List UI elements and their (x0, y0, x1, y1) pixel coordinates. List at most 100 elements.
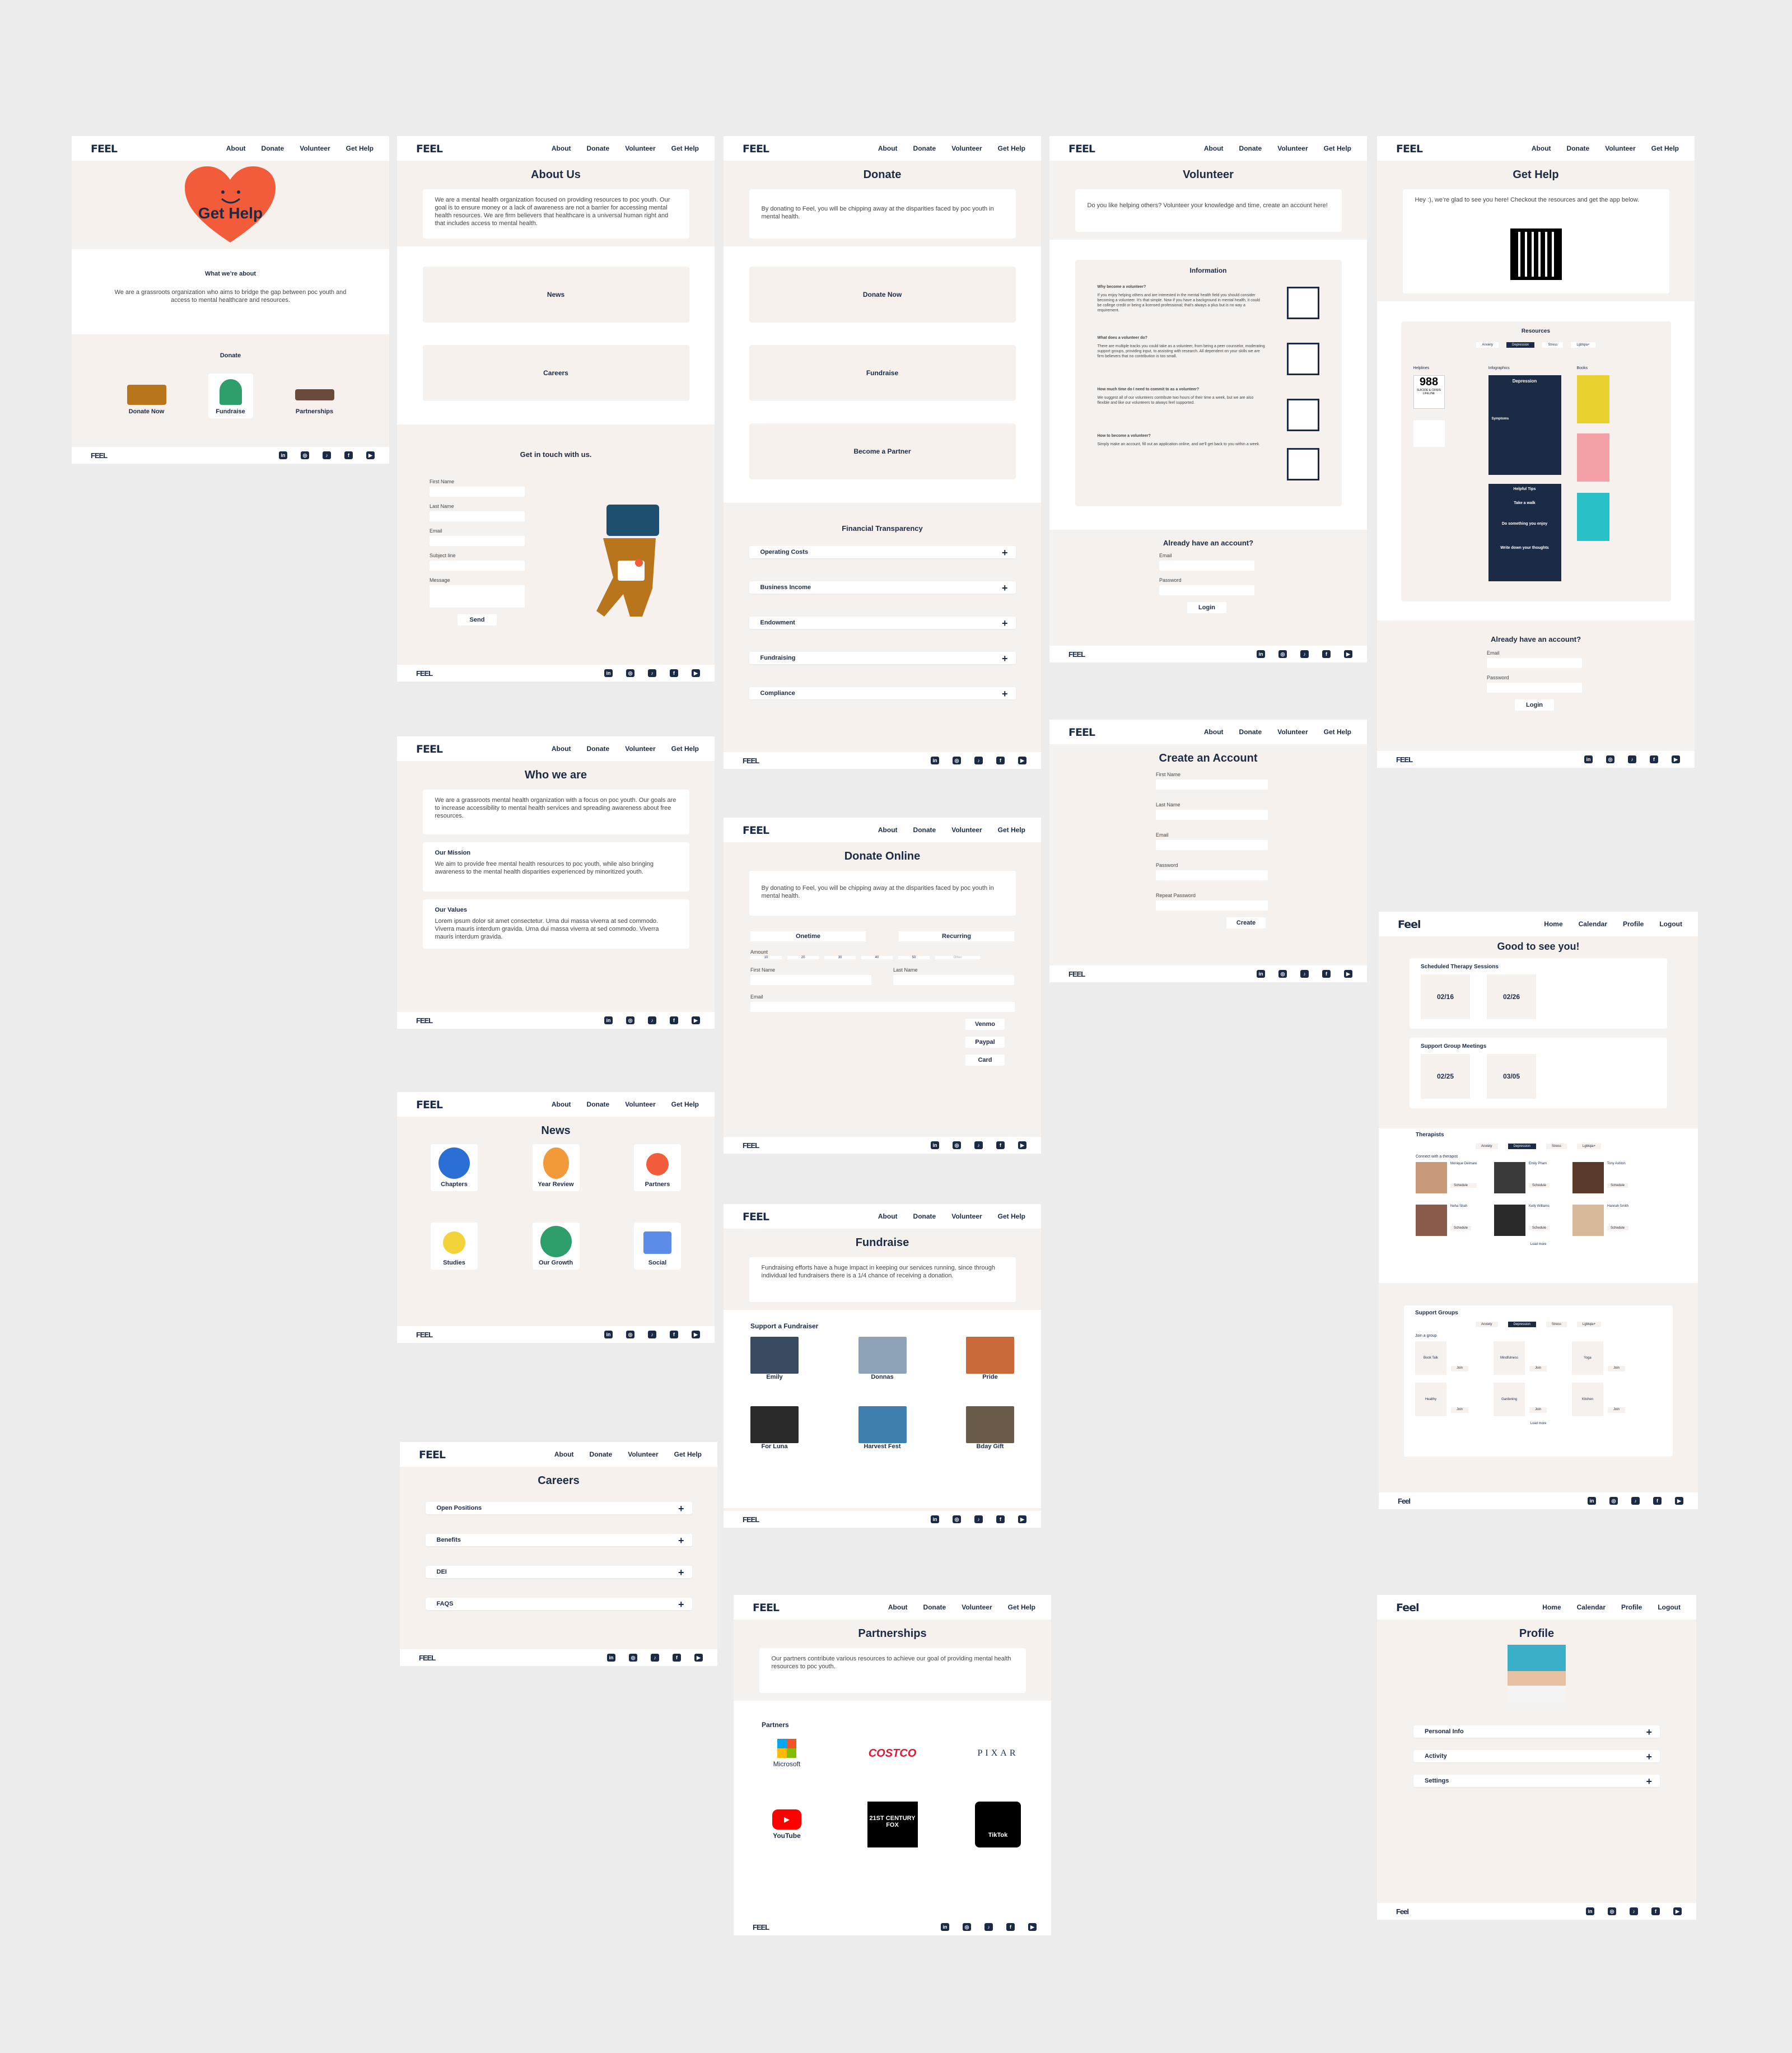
nav-volunteer[interactable]: Volunteer (962, 1603, 992, 1611)
logo[interactable]: FEEL (416, 1099, 443, 1111)
tiktok-icon[interactable]: ♪ (323, 451, 331, 459)
logo[interactable]: FEEL (416, 143, 443, 155)
tiktok-icon[interactable]: ♪ (648, 669, 656, 677)
support-date[interactable]: 02/25 (1421, 1054, 1470, 1099)
nav-get-help[interactable]: Get Help (1008, 1603, 1035, 1611)
instagram-icon[interactable]: ◎ (953, 757, 961, 764)
tab-anxiety[interactable]: Anxiety (1475, 1322, 1498, 1327)
news-button[interactable]: News (422, 267, 689, 323)
logo[interactable]: FEEL (416, 743, 443, 755)
nav-calendar[interactable]: Calendar (1579, 920, 1607, 928)
logo[interactable]: FEEL (1068, 726, 1095, 739)
qr-code[interactable] (1510, 228, 1562, 280)
nav-about[interactable]: About (552, 144, 571, 152)
instagram-icon[interactable]: ◎ (626, 1016, 634, 1024)
book-cover[interactable] (1576, 375, 1609, 423)
nav-get-help[interactable]: Get Help (1324, 144, 1351, 152)
fundraiser-card[interactable]: Emily (750, 1337, 799, 1380)
amount-other[interactable]: Other (935, 956, 980, 959)
create-button[interactable]: Create (1226, 917, 1266, 928)
nav-volunteer[interactable]: Volunteer (951, 144, 982, 152)
news-tile-year-review[interactable]: Year Review (532, 1144, 580, 1191)
logo[interactable]: FEEL (1396, 143, 1423, 155)
news-tile-our-growth[interactable]: Our Growth (532, 1223, 580, 1270)
fundraiser-card[interactable]: Harvest Fest (858, 1406, 907, 1450)
facebook-icon[interactable]: f (1653, 1497, 1662, 1505)
group-card[interactable]: Yoga Join (1572, 1341, 1650, 1375)
accordion-compliance[interactable]: Compliance + (749, 687, 1016, 699)
instagram-icon[interactable]: ◎ (953, 1515, 961, 1523)
youtube-icon[interactable]: ▶ (1344, 970, 1352, 978)
facebook-icon[interactable]: f (670, 1016, 678, 1024)
amount-option[interactable]: 50 (898, 956, 930, 959)
logo[interactable]: FEEL (91, 143, 118, 155)
nav-about[interactable]: About (554, 1450, 574, 1458)
accordion-endowment[interactable]: Endowment + (749, 617, 1016, 629)
amount-option[interactable]: 40 (861, 956, 893, 959)
fundraiser-card[interactable]: Donnas (858, 1337, 907, 1380)
nav-logout[interactable]: Logout (1658, 1603, 1681, 1611)
accordion-fundraising[interactable]: Fundraising + (749, 652, 1016, 664)
nav-volunteer[interactable]: Volunteer (625, 144, 655, 152)
nav-donate[interactable]: Donate (1239, 144, 1262, 152)
nav-donate[interactable]: Donate (587, 1100, 610, 1108)
tab-stress[interactable]: Stress (1546, 1144, 1567, 1149)
tab-lgbtqia[interactable]: Lgbtqia+ (1571, 342, 1595, 348)
youtube-icon[interactable]: ▶ (692, 669, 700, 677)
accordion-open-positions[interactable]: Open Positions + (425, 1502, 692, 1514)
nav-home[interactable]: Home (1542, 1603, 1561, 1611)
load-more-button[interactable]: Load more (1416, 1243, 1661, 1246)
nav-get-help[interactable]: Get Help (671, 745, 699, 753)
nav-get-help[interactable]: Get Help (998, 1212, 1025, 1220)
accordion-faqs[interactable]: FAQS + (425, 1598, 692, 1610)
facebook-icon[interactable]: f (1322, 650, 1331, 658)
fundraise-button[interactable]: Fundraise (749, 345, 1016, 401)
youtube-icon[interactable]: ▶ (1018, 757, 1026, 764)
facebook-icon[interactable]: f (996, 1515, 1005, 1523)
linkedin-icon[interactable]: in (604, 669, 613, 677)
youtube-icon[interactable]: ▶ (694, 1654, 703, 1662)
facebook-icon[interactable]: f (996, 757, 1005, 764)
facebook-icon[interactable]: f (1006, 1923, 1015, 1931)
instagram-icon[interactable]: ◎ (953, 1141, 961, 1149)
tab-anxiety[interactable]: Anxiety (1476, 342, 1499, 348)
tiktok-icon[interactable]: ♪ (648, 1016, 656, 1024)
instagram-icon[interactable]: ◎ (1278, 650, 1287, 658)
login-button[interactable]: Login (1187, 602, 1226, 613)
accordion-settings[interactable]: Settings + (1413, 1775, 1660, 1787)
nav-get-help[interactable]: Get Help (998, 826, 1025, 834)
instagram-icon[interactable]: ◎ (626, 669, 634, 677)
nav-about[interactable]: About (1204, 728, 1224, 736)
avatar[interactable] (1508, 1645, 1566, 1703)
nav-donate[interactable]: Donate (587, 745, 610, 753)
linkedin-icon[interactable]: in (1586, 1907, 1594, 1915)
nav-about[interactable]: About (878, 144, 898, 152)
recurring-toggle[interactable]: Recurring (899, 931, 1014, 941)
become-partner-button[interactable]: Become a Partner (749, 423, 1016, 479)
linkedin-icon[interactable]: in (1584, 755, 1593, 763)
fundraise-tile[interactable]: Fundraise (208, 374, 253, 418)
nav-donate[interactable]: Donate (923, 1603, 946, 1611)
microsoft-logo[interactable]: Microsoft (762, 1739, 812, 1768)
therapist-card[interactable]: Kelly Williams Schedule (1494, 1205, 1572, 1236)
tiktok-icon[interactable]: ♪ (974, 1141, 983, 1149)
first-name-input[interactable] (430, 487, 525, 497)
password-input[interactable] (1159, 585, 1254, 595)
nav-donate[interactable]: Donate (913, 826, 936, 834)
nav-volunteer[interactable]: Volunteer (625, 1100, 655, 1108)
tab-anxiety[interactable]: Anxiety (1475, 1144, 1498, 1149)
tab-depression[interactable]: Depression (1506, 342, 1535, 348)
accordion-operating-costs[interactable]: Operating Costs + (749, 546, 1016, 558)
nav-logout[interactable]: Logout (1659, 920, 1682, 928)
facebook-icon[interactable]: f (670, 1331, 678, 1338)
facebook-icon[interactable]: f (1651, 1907, 1660, 1915)
depression-infographic[interactable]: Depression Symptoms (1488, 375, 1561, 475)
linkedin-icon[interactable]: in (604, 1331, 613, 1338)
fox-logo[interactable]: 21ST CENTURY FOX (867, 1802, 918, 1847)
instagram-icon[interactable]: ◎ (1606, 755, 1614, 763)
tiktok-icon[interactable]: ♪ (974, 1515, 983, 1523)
email-input[interactable] (1159, 561, 1254, 571)
facebook-icon[interactable]: f (1322, 970, 1331, 978)
group-card[interactable]: Kitchen Join (1572, 1383, 1650, 1416)
tiktok-logo[interactable]: TikTok (975, 1802, 1021, 1847)
